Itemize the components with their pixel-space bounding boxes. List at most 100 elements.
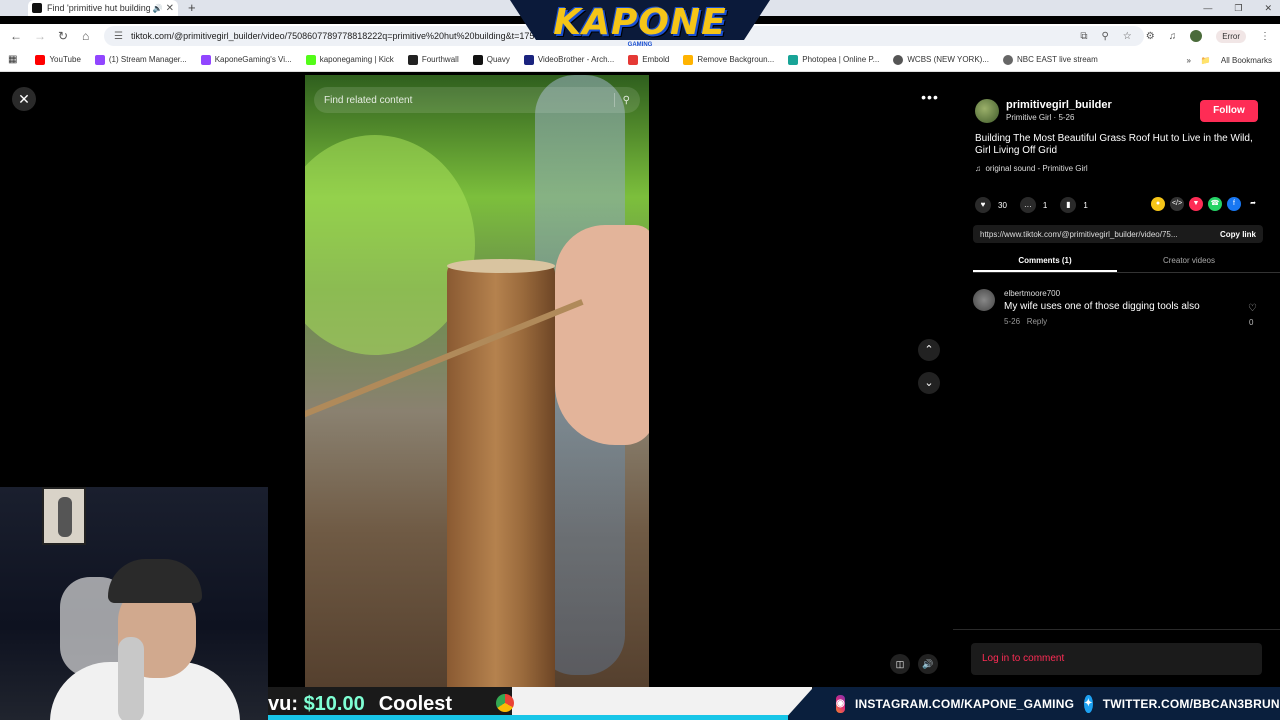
bookmark-remove-background[interactable]: Remove Backgroun...: [683, 54, 775, 65]
more-options-icon[interactable]: •••: [918, 89, 942, 109]
bookmark-label: NBC EAST live stream: [1017, 55, 1098, 64]
details-panel: primitivegirl_builder Primitive Girl · 5…: [953, 75, 1280, 687]
close-video-button[interactable]: ✕: [12, 87, 36, 111]
pip-button[interactable]: ◫: [890, 654, 910, 674]
next-video-button[interactable]: ⌄: [918, 372, 940, 394]
webcam-overlay: [0, 487, 268, 720]
logo-subtext: GAMING: [627, 42, 653, 48]
bookmark-label: Remove Backgroun...: [697, 55, 775, 64]
comment-icon[interactable]: …: [1019, 197, 1036, 213]
bookmark-stream-manager[interactable]: (1) Stream Manager...: [94, 54, 187, 65]
videobrother-icon: [523, 54, 534, 65]
bookmark-fourthwall[interactable]: Fourthwall: [407, 54, 459, 65]
photopea-icon: [788, 54, 799, 65]
stream-logo: KAPONE GAMING: [510, 0, 770, 56]
menu-icon[interactable]: ⋮: [1260, 31, 1270, 42]
volume-button[interactable]: 🔊: [918, 654, 938, 674]
twitter-icon: ✦: [1084, 694, 1093, 713]
logo-text: KAPONE: [553, 2, 727, 43]
creator-username[interactable]: primitivegirl_builder: [1006, 99, 1112, 111]
all-bookmarks[interactable]: All Bookmarks: [1221, 56, 1272, 65]
back-icon[interactable]: ←: [10, 24, 22, 48]
bookmark-label: YouTube: [49, 55, 81, 64]
restore-icon[interactable]: ❐: [1234, 0, 1242, 16]
search-icon[interactable]: ⚲: [623, 95, 630, 106]
related-search-bar[interactable]: Find related content ⚲: [314, 87, 640, 113]
minimize-icon[interactable]: —: [1203, 0, 1212, 16]
video-wooden-post: [447, 263, 555, 687]
comment-meta: 5-26 Reply: [1004, 317, 1047, 326]
engagement-actions: ♥ 30 … 1 ▮ 1: [975, 197, 1094, 213]
share-arrow-icon[interactable]: ➦: [1246, 197, 1260, 211]
globe-icon: [893, 54, 904, 65]
like-icon[interactable]: ♥: [975, 197, 991, 213]
twitter-handle: TWITTER.COM/BBCAN3BRUNO: [1102, 696, 1280, 711]
search-divider: [613, 93, 615, 107]
profile-avatar[interactable]: [1190, 30, 1203, 42]
bookmark-nbc[interactable]: NBC EAST live stream: [1003, 54, 1098, 65]
bookmark-photopea[interactable]: Photopea | Online P...: [788, 54, 879, 65]
video-player[interactable]: Find related content ⚲: [305, 75, 649, 687]
reply-button[interactable]: Reply: [1027, 317, 1047, 326]
bookmark-star-icon[interactable]: ☆: [1123, 31, 1132, 42]
bookmark-embold[interactable]: Embold: [628, 54, 670, 65]
bookmark-icon[interactable]: ▮: [1060, 197, 1077, 213]
video-link[interactable]: https://www.tiktok.com/@primitivegirl_bu…: [980, 230, 1212, 239]
more-bookmarks-icon[interactable]: »: [1186, 56, 1190, 65]
follow-button[interactable]: Follow: [1200, 100, 1258, 122]
home-icon[interactable]: ⌂: [82, 24, 89, 48]
bookmark-youtube[interactable]: YouTube: [35, 54, 81, 65]
close-window-icon[interactable]: ✕: [1264, 0, 1272, 16]
login-to-comment-button[interactable]: Log in to comment: [971, 643, 1262, 675]
ticker-amount: $10.00: [303, 693, 365, 715]
new-tab-icon[interactable]: +: [188, 0, 196, 16]
remove-bg-icon: [683, 54, 694, 65]
reload-icon[interactable]: ↻: [58, 24, 68, 48]
save-count: 1: [1083, 200, 1088, 210]
commenter-username[interactable]: elbertmoore700: [1004, 289, 1060, 298]
facebook-icon[interactable]: f: [1227, 197, 1241, 211]
site-info-icon[interactable]: ☰: [114, 31, 123, 42]
pip-icon: ◫: [895, 659, 905, 669]
window-controls: — ❐ ✕: [1203, 0, 1272, 16]
extensions-icon[interactable]: ⚙: [1146, 31, 1155, 42]
error-button[interactable]: Error: [1216, 29, 1246, 43]
bookmark-wcbs[interactable]: WCBS (NEW YORK)...: [893, 54, 989, 65]
related-search-input[interactable]: Find related content: [324, 95, 614, 106]
forward-icon[interactable]: →: [34, 24, 46, 48]
install-icon[interactable]: ⧉: [1080, 31, 1087, 42]
link-box: https://www.tiktok.com/@primitivegirl_bu…: [973, 225, 1263, 243]
fourthwall-icon: [407, 54, 418, 65]
speaker-icon[interactable]: 🔊: [153, 4, 163, 13]
send-icon[interactable]: ▼: [1189, 197, 1203, 211]
sound-info[interactable]: ♫ original sound - Primitive Girl: [975, 164, 1088, 173]
browser-tab[interactable]: Find 'primitive hut building' 🔊 ✕: [28, 0, 178, 16]
youtube-icon: [35, 54, 46, 65]
zoom-icon[interactable]: ⚲: [1101, 31, 1108, 42]
social-links: ◉ INSTAGRAM.COM/KAPONE_GAMING ✦ TWITTER.…: [784, 687, 1280, 720]
creator-avatar[interactable]: [975, 99, 999, 123]
commenter-avatar[interactable]: [973, 289, 995, 311]
bookmark-kick[interactable]: kaponegaming | Kick: [305, 54, 394, 65]
globe-icon: [1003, 54, 1013, 65]
chrome-icon: [496, 694, 514, 712]
embed-icon[interactable]: </>: [1170, 197, 1184, 211]
bookmark-videobrother[interactable]: VideoBrother - Arch...: [523, 54, 614, 65]
share-buttons: ● </> ▼ ☎ f ➦: [1151, 197, 1260, 211]
coin-icon[interactable]: ●: [1151, 197, 1165, 211]
whatsapp-icon[interactable]: ☎: [1208, 197, 1222, 211]
bookmark-kaponegaming-vi[interactable]: KaponeGaming's Vi...: [200, 54, 292, 65]
tab-comments[interactable]: Comments (1): [973, 253, 1117, 272]
apps-icon[interactable]: ▦: [8, 54, 17, 65]
close-tab-icon[interactable]: ✕: [166, 3, 174, 14]
bookmark-label: Embold: [642, 55, 670, 64]
video-hand: [555, 225, 649, 445]
comment-like-icon[interactable]: ♡: [1248, 303, 1257, 314]
previous-video-button[interactable]: ⌃: [918, 339, 940, 361]
streamer-cap: [108, 559, 202, 603]
tab-creator-videos[interactable]: Creator videos: [1117, 253, 1261, 272]
bookmark-quavy[interactable]: Quavy: [472, 54, 510, 65]
copy-link-button[interactable]: Copy link: [1220, 230, 1256, 239]
instagram-handle: INSTAGRAM.COM/KAPONE_GAMING: [854, 696, 1075, 711]
media-icon[interactable]: ♫: [1169, 31, 1177, 42]
